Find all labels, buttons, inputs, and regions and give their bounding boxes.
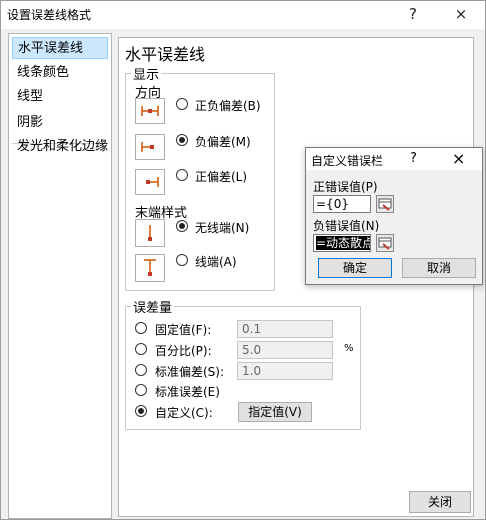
radio-plus-label: 正偏差(L) — [195, 170, 248, 184]
percent-value-field[interactable]: 5.0 — [237, 341, 333, 359]
radio-std-error-label: 标准误差(E) — [155, 385, 220, 399]
std-dev-value-field[interactable]: 1.0 — [237, 362, 333, 380]
positive-range-selector-icon[interactable] — [376, 195, 394, 213]
radio-plus[interactable] — [176, 169, 188, 181]
negative-value-label: 负错误值(N) — [313, 219, 380, 233]
cap-icon[interactable] — [135, 254, 165, 282]
sidebar: 水平误差线 线条颜色 线型 阴影 发光和柔化边缘 — [8, 33, 112, 519]
negative-value-selection: =动态散点 — [316, 236, 370, 250]
popup-title-bar: 自定义错误栏 ? × — [306, 148, 482, 170]
window-title: 设置误差线格式 — [7, 8, 92, 22]
radio-minus-label: 负偏差(M) — [195, 135, 251, 149]
radio-std-dev-label: 标准偏差(S): — [155, 365, 225, 379]
specify-value-button[interactable]: 指定值(V) — [238, 402, 312, 422]
no-cap-icon[interactable] — [135, 219, 165, 247]
plus-direction-icon[interactable] — [135, 169, 165, 195]
page-title: 水平误差线 — [125, 45, 206, 64]
sidebar-item-shadow[interactable]: 阴影 — [12, 112, 108, 134]
radio-percent[interactable] — [135, 343, 147, 355]
minus-direction-icon[interactable] — [135, 134, 165, 160]
radio-cap-label: 线端(A) — [195, 255, 237, 269]
radio-fixed[interactable] — [135, 322, 147, 334]
percent-unit: % — [344, 343, 354, 354]
negative-value-field[interactable]: =动态散点 — [313, 234, 371, 252]
radio-fixed-label: 固定值(F): — [155, 323, 212, 337]
close-dialog-button[interactable]: 关闭 — [409, 491, 471, 513]
radio-cap[interactable] — [176, 254, 188, 266]
radio-percent-label: 百分比(P): — [155, 344, 212, 358]
popup-close-button[interactable]: × — [452, 149, 465, 168]
fixed-value-field[interactable]: 0.1 — [237, 320, 333, 338]
positive-value-field[interactable]: ={0} — [313, 195, 371, 213]
negative-range-selector-icon[interactable] — [376, 234, 394, 252]
positive-value-label: 正错误值(P) — [313, 180, 378, 194]
help-button[interactable]: ? — [399, 3, 427, 25]
sidebar-item-glow[interactable]: 发光和柔化边缘 — [12, 136, 108, 158]
both-direction-icon[interactable] — [135, 98, 165, 124]
sidebar-item-horizontal-error-bars[interactable]: 水平误差线 — [12, 37, 108, 59]
title-bar: 设置误差线格式 ? × — [1, 1, 485, 29]
popup-help-button[interactable]: ? — [410, 151, 417, 166]
cancel-button[interactable]: 取消 — [402, 258, 476, 278]
radio-custom[interactable] — [135, 405, 147, 417]
ok-button[interactable]: 确定 — [318, 258, 392, 278]
radio-std-dev[interactable] — [135, 364, 147, 376]
radio-std-error[interactable] — [135, 384, 147, 396]
radio-no-cap-label: 无线端(N) — [195, 221, 250, 235]
radio-custom-label: 自定义(C): — [155, 406, 213, 420]
radio-both[interactable] — [176, 98, 188, 110]
custom-error-bars-dialog: 自定义错误栏 ? × 正错误值(P) ={0} 负错误值(N) =动态散点 确定… — [305, 147, 483, 285]
radio-both-label: 正负偏差(B) — [195, 99, 261, 113]
sidebar-item-line-color[interactable]: 线条颜色 — [12, 62, 108, 84]
radio-minus[interactable] — [176, 134, 188, 146]
radio-no-cap[interactable] — [176, 220, 188, 232]
close-button[interactable]: × — [447, 3, 475, 25]
error-amount-label: 误差量 — [131, 297, 175, 316]
popup-title: 自定义错误栏 — [311, 154, 384, 168]
sidebar-item-line-style[interactable]: 线型 — [12, 86, 108, 108]
display-group-label: 显示 — [131, 64, 162, 83]
